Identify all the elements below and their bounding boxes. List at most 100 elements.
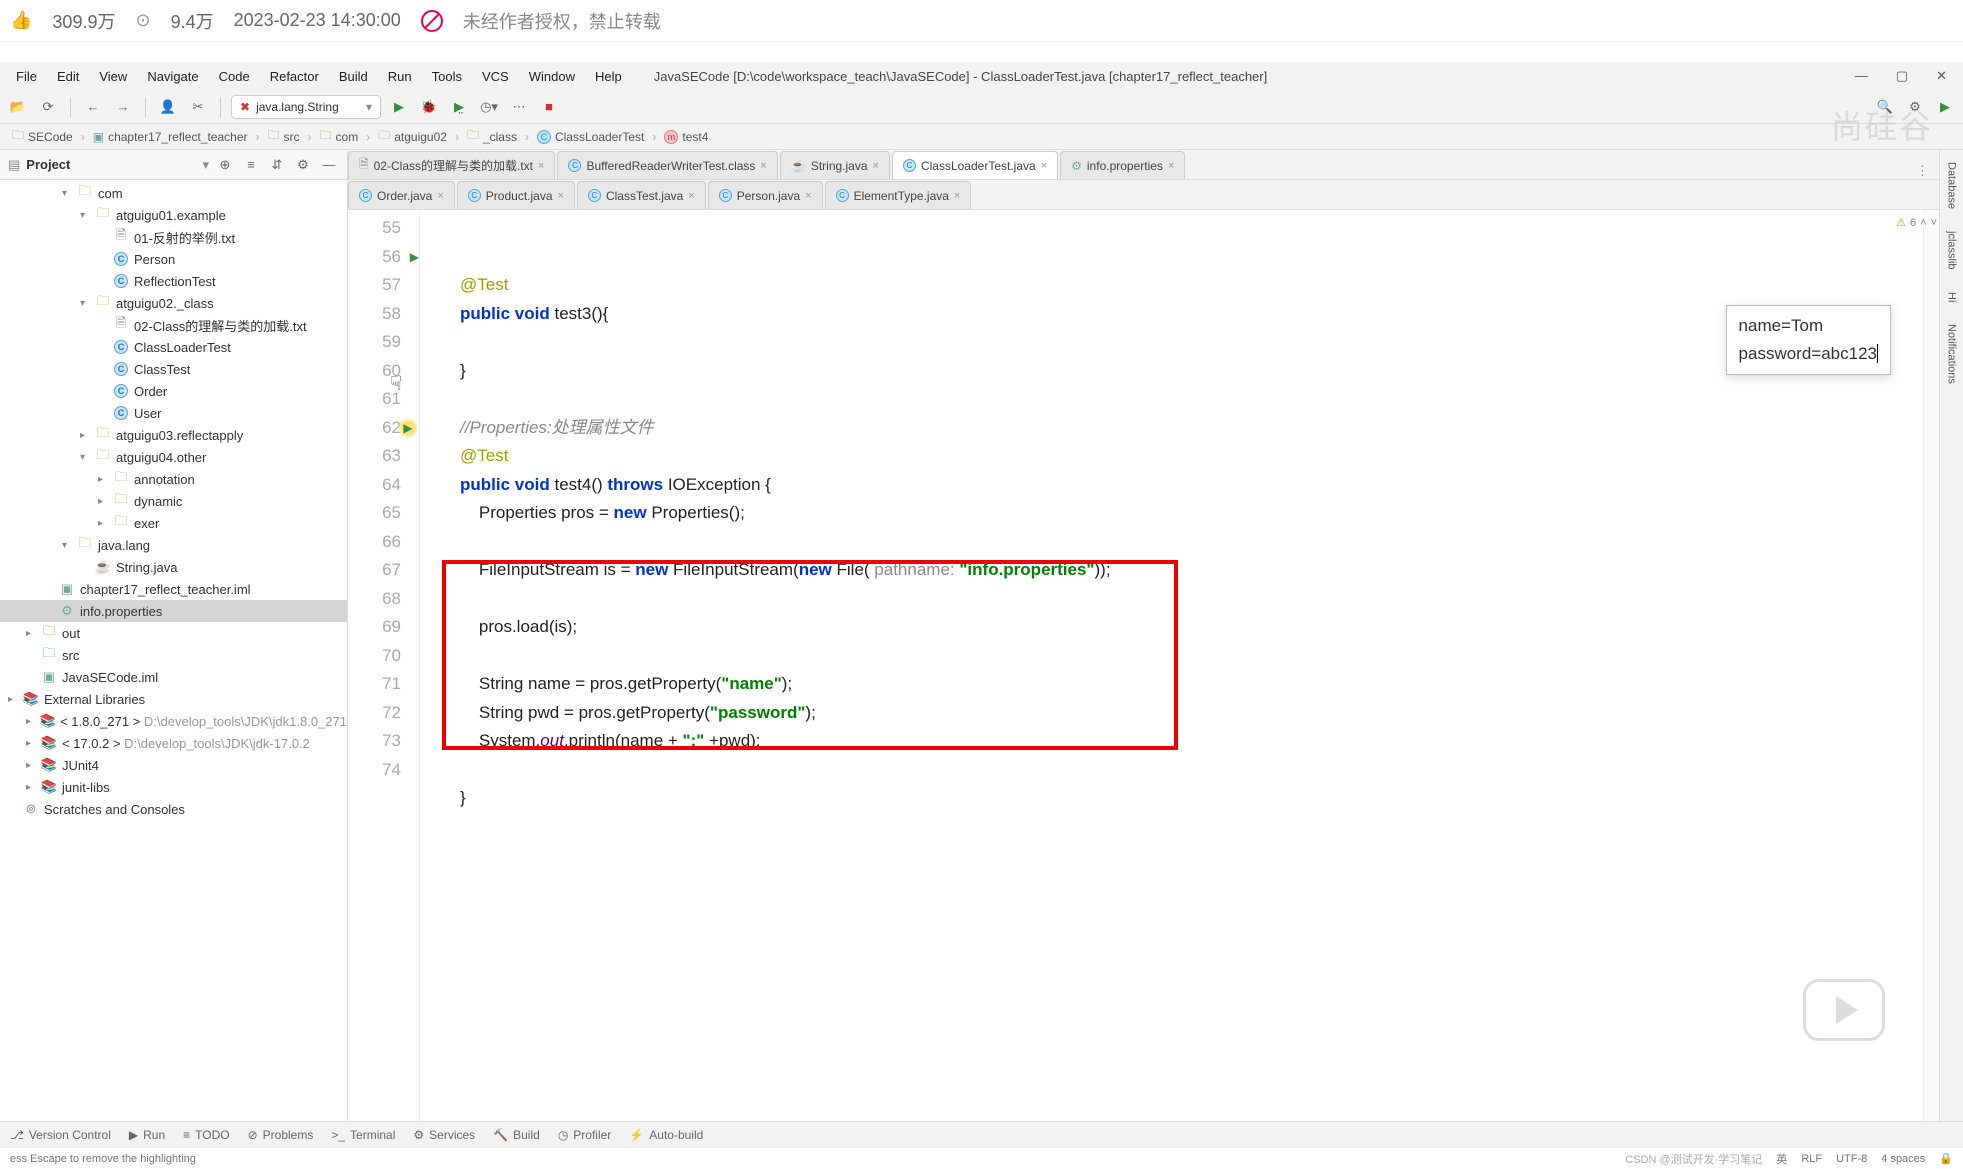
editor-tab[interactable]: CBufferedReaderWriterTest.class× [557,151,777,179]
gutter-line[interactable]: 70 [348,642,419,671]
editor-tab[interactable]: COrder.java× [348,181,455,209]
editor-tab[interactable]: ⚙info.properties× [1060,151,1185,179]
close-tab-icon[interactable]: × [954,190,960,202]
bottom-tab-version-control[interactable]: ⎇Version Control [10,1128,111,1142]
close-tab-icon[interactable]: × [805,190,811,202]
settings-button[interactable]: ⚙ [1903,95,1927,119]
code-line[interactable]: pros.load(is); [460,613,1923,642]
user-icon[interactable]: 👤 [156,95,180,119]
close-tab-icon[interactable]: × [437,190,443,202]
tree-item[interactable]: CClassTest [0,358,347,380]
code-line[interactable]: public void test4() throws IOException { [460,471,1923,500]
close-tab-icon[interactable]: × [873,160,879,172]
close-tab-icon[interactable]: × [538,160,544,172]
gutter-line[interactable]: 68 [348,585,419,614]
line-ending[interactable]: RLF [1801,1153,1822,1165]
bottom-tab-run[interactable]: ▶Run [129,1128,165,1142]
tree-item[interactable]: CReflectionTest [0,270,347,292]
bottom-tab-profiler[interactable]: ◷Profiler [558,1128,612,1142]
gutter-line[interactable]: 74 [348,756,419,785]
breadcrumb-item[interactable]: ▣chapter17_reflect_teacher [89,130,252,144]
maximize-button[interactable]: ▢ [1896,68,1908,84]
breadcrumb-item[interactable]: 🗀SECode [8,126,77,147]
code-line[interactable] [460,756,1923,785]
refresh-button[interactable]: ⟳ [36,95,60,119]
right-tab-hi[interactable]: Hi [1944,286,1960,308]
menu-build[interactable]: Build [331,67,376,86]
close-button[interactable]: ✕ [1936,68,1947,84]
bottom-tab-build[interactable]: 🔨Build [493,1128,540,1142]
tree-item[interactable]: 🗎02-Class的理解与类的加载.txt [0,314,347,336]
gutter-line[interactable]: 58 [348,300,419,329]
menu-view[interactable]: View [91,67,135,86]
gutter-line[interactable]: 65 [348,499,419,528]
project-settings-button[interactable]: ⚙ [293,155,313,175]
editor-tab[interactable]: 🗎02-Class的理解与类的加载.txt× [348,151,555,179]
gutter-line[interactable]: 61 [348,385,419,414]
code-line[interactable]: //Properties:处理属性文件 [460,414,1923,443]
editor-tab[interactable]: CProduct.java× [457,181,575,209]
gutter-line[interactable]: 73 [348,727,419,756]
menu-navigate[interactable]: Navigate [139,67,206,86]
forward-button[interactable]: → [111,95,135,119]
code-line[interactable]: System.out.println(name + ":" +pwd); [460,727,1923,756]
tabs-more-button[interactable]: ⋮ [1906,163,1939,179]
coverage-button[interactable]: ▶̤ [447,95,471,119]
menu-tools[interactable]: Tools [424,67,470,86]
code-line[interactable]: @Test [460,271,1923,300]
tree-item[interactable]: ▾🗀atguigu02._class [0,292,347,314]
close-tab-icon[interactable]: × [1041,160,1047,172]
search-button[interactable]: 🔍 [1873,95,1897,119]
editor-tab[interactable]: ☕String.java× [780,151,890,179]
close-tab-icon[interactable]: × [688,190,694,202]
gutter-line[interactable]: 71 [348,670,419,699]
code-line[interactable] [460,528,1923,557]
editor-tab[interactable]: CPerson.java× [708,181,823,209]
tree-item[interactable]: ▸🗀annotation [0,468,347,490]
code-line[interactable]: @Test [460,442,1923,471]
tree-item[interactable]: ▸🗀exer [0,512,347,534]
editor-tab[interactable]: CClassTest.java× [577,181,706,209]
minimize-button[interactable]: — [1855,68,1868,84]
bottom-tab-auto-build[interactable]: ⚡Auto-build [629,1128,703,1142]
right-gutter[interactable]: ⚠ 6 ˄ ˅ [1923,210,1939,1121]
code-line[interactable] [460,328,1923,357]
breadcrumb-item[interactable]: 🗀com [316,126,363,147]
right-tab-jclasslib[interactable]: jclasslib [1944,225,1960,276]
breadcrumb-item[interactable]: mtest4 [660,130,712,144]
stop-button[interactable]: ■ [537,95,561,119]
tree-item[interactable]: ☕String.java [0,556,347,578]
right-tab-notifications[interactable]: Notifications [1944,318,1960,390]
debug-button[interactable]: 🐞 [417,95,441,119]
tree-item[interactable]: ⚙info.properties [0,600,347,622]
tree-item[interactable]: ▸🗀out [0,622,347,644]
code-editor[interactable]: @Testpublic void test3(){ } //Properties… [420,210,1923,1121]
tree-item[interactable]: ▸📚< 17.0.2 > D:\develop_tools\JDK\jdk-17… [0,732,347,754]
select-opened-file-button[interactable]: ⊕ [215,155,235,175]
encoding[interactable]: UTF-8 [1836,1153,1867,1165]
tree-item[interactable]: ⊚Scratches and Consoles [0,798,347,820]
editor-tab[interactable]: CClassLoaderTest.java× [892,151,1058,179]
editor-tab[interactable]: CElementType.java× [825,181,972,209]
bottom-tab-services[interactable]: ⚙Services [413,1128,475,1142]
code-line[interactable]: } [460,357,1923,386]
tree-item[interactable]: ▸📚JUnit4 [0,754,347,776]
tree-item[interactable]: 🗎01-反射的举例.txt [0,226,347,248]
code-line[interactable]: public void test3(){ [460,300,1923,329]
menu-help[interactable]: Help [587,67,630,86]
close-tab-icon[interactable]: × [1168,160,1174,172]
breadcrumb-item[interactable]: 🗀src [264,126,304,147]
collapse-all-button[interactable]: ⇵ [267,155,287,175]
code-line[interactable] [460,585,1923,614]
breadcrumb-item[interactable]: 🗀atguigu02 [374,126,451,147]
menu-vcs[interactable]: VCS [474,67,517,86]
code-line[interactable]: String name = pros.getProperty("name"); [460,670,1923,699]
menu-run[interactable]: Run [380,67,420,86]
tree-item[interactable]: ▾🗀java.lang [0,534,347,556]
gutter-line[interactable]: 64 [348,471,419,500]
tree-item[interactable]: ▸📚< 1.8.0_271 > D:\develop_tools\JDK\jdk… [0,710,347,732]
bottom-tab-problems[interactable]: ⊘Problems [248,1128,314,1142]
tree-item[interactable]: ▸🗀atguigu03.reflectapply [0,424,347,446]
close-tab-icon[interactable]: × [558,190,564,202]
tree-item[interactable]: ▣JavaSECode.iml [0,666,347,688]
